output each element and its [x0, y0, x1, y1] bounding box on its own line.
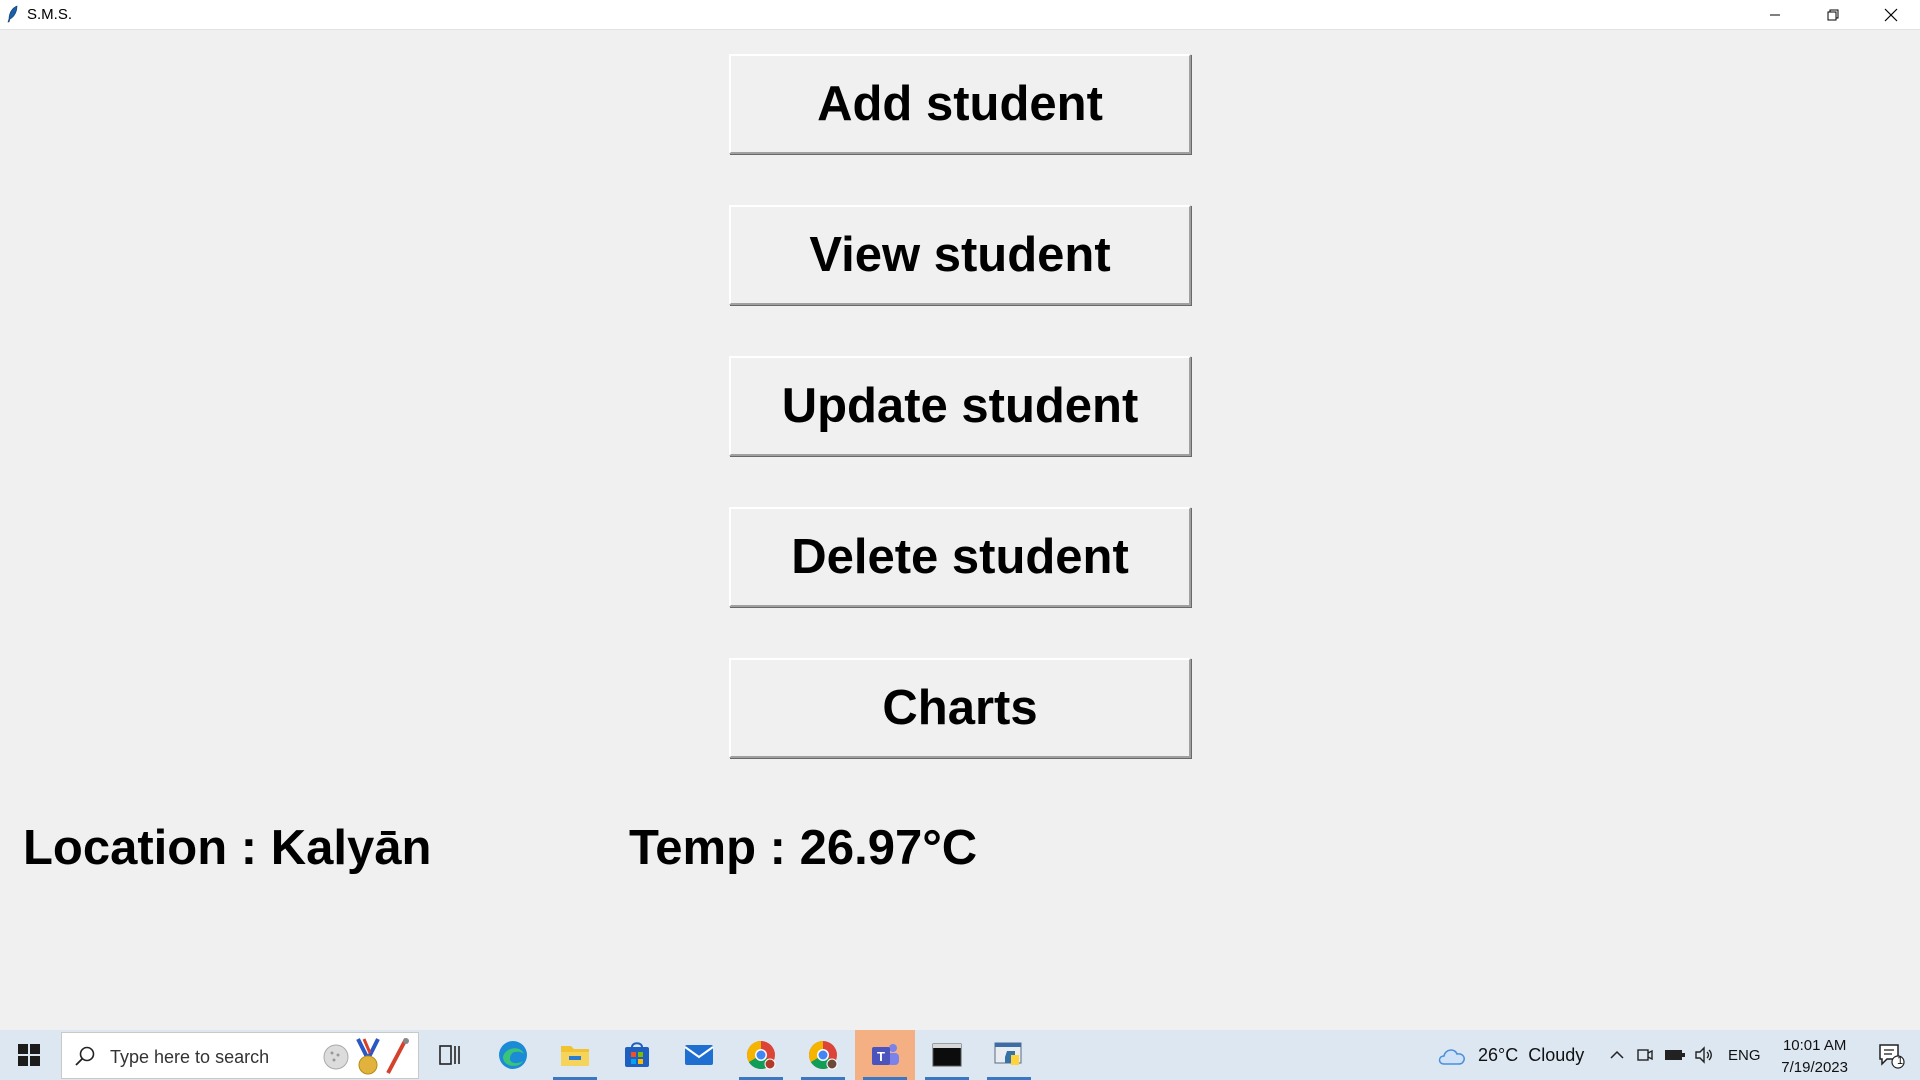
view-student-button[interactable]: View student [729, 205, 1191, 305]
feather-icon [7, 5, 18, 23]
teams-button[interactable]: T [855, 1030, 915, 1080]
mail-button[interactable] [669, 1030, 729, 1080]
terminal-icon [932, 1043, 962, 1067]
notification-center-button[interactable]: 1 [1862, 1030, 1920, 1080]
terminal-button[interactable] [917, 1030, 977, 1080]
svg-text:T: T [877, 1049, 885, 1064]
search-icon [75, 1046, 95, 1066]
minimize-icon [1770, 14, 1780, 15]
minimize-button[interactable] [1746, 0, 1804, 29]
app-window: S.M.S. Add student View student Update s [0, 0, 1920, 1030]
store-icon [625, 1042, 649, 1067]
edge-button[interactable] [483, 1030, 543, 1080]
temperature-label: Temp : 26.97°C [629, 821, 978, 875]
chevron-up-icon[interactable] [1608, 1046, 1626, 1064]
battery-icon[interactable] [1664, 1046, 1686, 1064]
restore-button[interactable] [1804, 0, 1862, 29]
close-button[interactable] [1862, 0, 1920, 29]
delete-student-button[interactable]: Delete student [729, 507, 1191, 607]
clock-date: 7/19/2023 [1781, 1059, 1848, 1076]
store-button[interactable] [607, 1030, 667, 1080]
taskbar-search-box[interactable]: Type here to search [61, 1032, 419, 1079]
mail-icon [684, 1045, 714, 1065]
search-placeholder: Type here to search [110, 1047, 270, 1067]
meet-now-icon[interactable] [1636, 1046, 1654, 1064]
cloud-icon [1438, 1049, 1465, 1065]
main-panel: Add student View student Update student … [0, 30, 1920, 1030]
python-icon [994, 1042, 1022, 1065]
charts-button[interactable]: Charts [729, 658, 1191, 758]
chrome-button[interactable] [731, 1030, 791, 1080]
task-view-button[interactable] [420, 1030, 480, 1080]
file-explorer-icon [561, 1046, 589, 1066]
taskbar: Type here to search T 26°C Cloudy ENG 10… [0, 1030, 1920, 1080]
add-student-button[interactable]: Add student [729, 54, 1191, 154]
chrome-profile-icon [809, 1041, 838, 1070]
edge-icon [499, 1041, 527, 1069]
search-highlight-icon [323, 1038, 409, 1075]
notification-count: 1 [1897, 1055, 1904, 1067]
taskbar-clock[interactable]: 10:01 AM 7/19/2023 [1781, 1035, 1848, 1079]
restore-icon [1827, 9, 1839, 20]
weather-condition: Cloudy [1528, 1044, 1585, 1065]
system-tray: ENG [1608, 1030, 1761, 1080]
task-view-icon [439, 1045, 460, 1065]
location-label: Location : Kalyān [23, 821, 432, 875]
update-student-button[interactable]: Update student [729, 356, 1191, 456]
language-indicator[interactable]: ENG [1728, 1047, 1761, 1064]
window-controls [1746, 0, 1920, 29]
teams-icon: T [872, 1044, 899, 1065]
volume-icon[interactable] [1694, 1046, 1714, 1064]
weather-widget[interactable]: 26°C Cloudy [1436, 1030, 1584, 1080]
python-button[interactable] [979, 1030, 1039, 1080]
start-button[interactable] [0, 1030, 58, 1080]
file-explorer-button[interactable] [545, 1030, 605, 1080]
chrome-profile-button[interactable] [793, 1030, 853, 1080]
window-title: S.M.S. [27, 6, 73, 23]
windows-icon [18, 1044, 40, 1066]
weather-temp: 26°C [1478, 1044, 1519, 1065]
title-bar[interactable]: S.M.S. [0, 0, 1920, 30]
chrome-icon [747, 1041, 776, 1070]
clock-time: 10:01 AM [1782, 1037, 1847, 1054]
close-icon [1884, 8, 1898, 21]
